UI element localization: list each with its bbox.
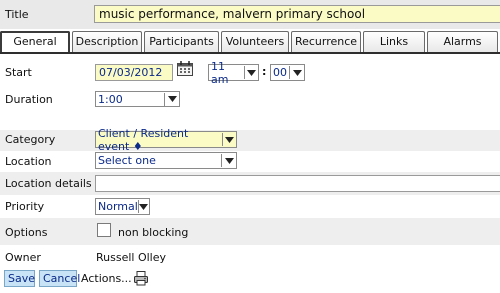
start-hour-value: 11 am (211, 59, 229, 86)
calendar-icon[interactable] (177, 61, 194, 76)
chevron-down-icon (221, 154, 236, 167)
save-button[interactable]: Save (4, 270, 35, 287)
location-details-input[interactable] (95, 175, 500, 192)
duration-label: Duration (5, 93, 53, 106)
start-label: Start (5, 66, 32, 79)
time-separator: : (262, 65, 267, 78)
priority-row: Priority Normal (0, 195, 500, 218)
priority-select[interactable]: Normal (95, 198, 150, 215)
chevron-down-icon (137, 200, 149, 213)
tab-participants[interactable]: Participants (144, 31, 219, 53)
start-minute-select[interactable]: 00 (270, 64, 305, 81)
options-row: Options non blocking (0, 218, 500, 245)
location-select[interactable]: Select one (95, 152, 237, 169)
location-row: Location Select one (0, 151, 500, 172)
chevron-down-icon (222, 133, 236, 146)
start-row: Start 11 am : 00 (0, 54, 500, 90)
title-input[interactable] (94, 5, 500, 23)
chevron-down-icon (164, 92, 179, 106)
cancel-button[interactable]: Cancel (39, 270, 80, 287)
category-row: Category Client / Resident event ♦ (0, 127, 500, 153)
priority-value: Normal (98, 200, 138, 213)
chevron-down-icon (289, 66, 304, 79)
priority-label: Priority (5, 200, 45, 213)
duration-row: Duration 1:00 (0, 90, 500, 130)
category-select[interactable]: Client / Resident event ♦ (95, 127, 237, 153)
options-label: Options (5, 226, 48, 239)
printer-icon[interactable] (133, 270, 149, 286)
owner-label: Owner (5, 251, 41, 264)
location-label: Location (5, 155, 52, 168)
duration-select[interactable]: 1:00 (95, 91, 180, 107)
location-value: Select one (98, 154, 156, 167)
category-label: Category (5, 133, 56, 146)
title-label: Title (5, 8, 29, 21)
tab-links[interactable]: Links (363, 31, 425, 53)
duration-value: 1:00 (98, 92, 123, 106)
category-value: Client / Resident event ♦ (98, 126, 189, 153)
tab-recurrence[interactable]: Recurrence (291, 31, 361, 53)
tab-alarms[interactable]: Alarms (427, 31, 498, 53)
non-blocking-checkbox[interactable] (97, 223, 111, 237)
location-details-label: Location details (5, 177, 92, 190)
tab-description[interactable]: Description (72, 31, 142, 53)
actions-link[interactable]: Actions... (81, 272, 132, 285)
owner-value: Russell Olley (96, 251, 167, 264)
tab-general[interactable]: General (0, 31, 70, 53)
start-hour-select[interactable]: 11 am (208, 60, 259, 86)
start-minute-value: 00 (273, 66, 287, 79)
chevron-down-icon (243, 66, 258, 79)
non-blocking-label: non blocking (118, 226, 189, 239)
tab-volunteers[interactable]: Volunteers (221, 31, 289, 53)
start-date-input[interactable] (95, 64, 173, 81)
location-details-row: Location details (0, 172, 500, 195)
tab-bar: General Description Participants Volunte… (0, 31, 500, 53)
